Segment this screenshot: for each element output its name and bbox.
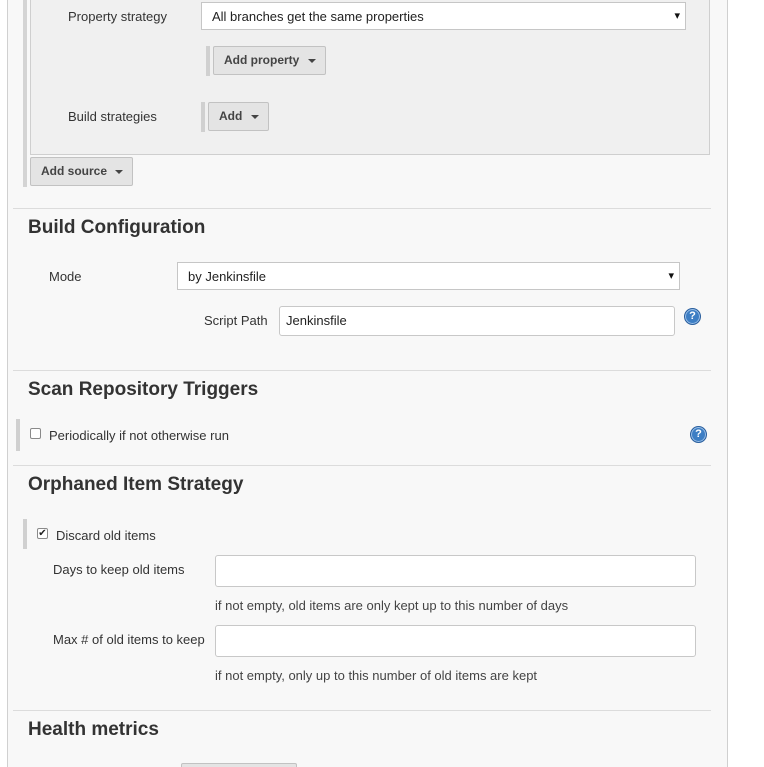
discard-checkbox[interactable]: ✔ (37, 528, 48, 539)
source-indent-bar (23, 0, 27, 187)
max-items-hint: if not empty, only up to this number of … (215, 668, 538, 683)
health-metrics-add-button[interactable] (181, 763, 297, 767)
property-strategy-label: Property strategy (68, 9, 167, 24)
periodic-label: Periodically if not otherwise run (49, 428, 229, 443)
script-path-label: Script Path (204, 313, 268, 328)
days-to-keep-label: Days to keep old items (53, 562, 185, 577)
dropdown-arrow-icon (308, 59, 316, 63)
property-strategy-select[interactable]: All branches get the same properties ▾ (201, 2, 686, 30)
days-to-keep-hint: if not empty, old items are only kept up… (215, 598, 569, 613)
dropdown-arrow-icon (115, 170, 123, 174)
build-configuration-heading: Build Configuration (28, 217, 206, 238)
help-icon[interactable]: ? (690, 426, 707, 443)
add-property-label: Add property (224, 53, 300, 67)
section-divider (13, 710, 711, 711)
periodic-indent-bar (16, 419, 20, 451)
max-items-label: Max # of old items to keep (53, 632, 205, 647)
days-to-keep-input[interactable] (215, 555, 696, 587)
add-button-label: Add (219, 109, 243, 123)
chevron-down-icon: ▾ (674, 10, 680, 22)
periodic-checkbox[interactable] (30, 428, 41, 439)
mode-value: by Jenkinsfile (188, 269, 267, 284)
dropdown-arrow-icon (251, 115, 259, 119)
mode-select[interactable]: by Jenkinsfile ▾ (177, 262, 680, 290)
build-strategies-label: Build strategies (68, 109, 157, 124)
add-source-label: Add source (41, 164, 108, 178)
add-build-strategy-button[interactable]: Add (208, 102, 269, 131)
chevron-down-icon: ▾ (668, 270, 674, 282)
script-path-value: Jenkinsfile (286, 313, 347, 328)
add-source-button[interactable]: Add source (30, 157, 133, 186)
script-path-input[interactable]: Jenkinsfile (279, 306, 675, 336)
help-icon[interactable]: ? (684, 308, 701, 325)
discard-label: Discard old items (56, 528, 156, 543)
add-property-button[interactable]: Add property (213, 46, 326, 75)
scan-triggers-heading: Scan Repository Triggers (28, 379, 259, 400)
property-strategy-value: All branches get the same properties (212, 9, 424, 24)
max-items-input[interactable] (215, 625, 696, 657)
add-property-indent-bar (206, 46, 210, 76)
discard-indent-bar (23, 519, 27, 549)
orphaned-strategy-heading: Orphaned Item Strategy (28, 474, 244, 495)
add-strategy-indent-bar (201, 102, 205, 132)
mode-label: Mode (49, 269, 82, 284)
section-divider (13, 465, 711, 466)
section-divider (13, 370, 711, 371)
section-divider (13, 208, 711, 209)
health-metrics-heading: Health metrics (28, 719, 159, 740)
